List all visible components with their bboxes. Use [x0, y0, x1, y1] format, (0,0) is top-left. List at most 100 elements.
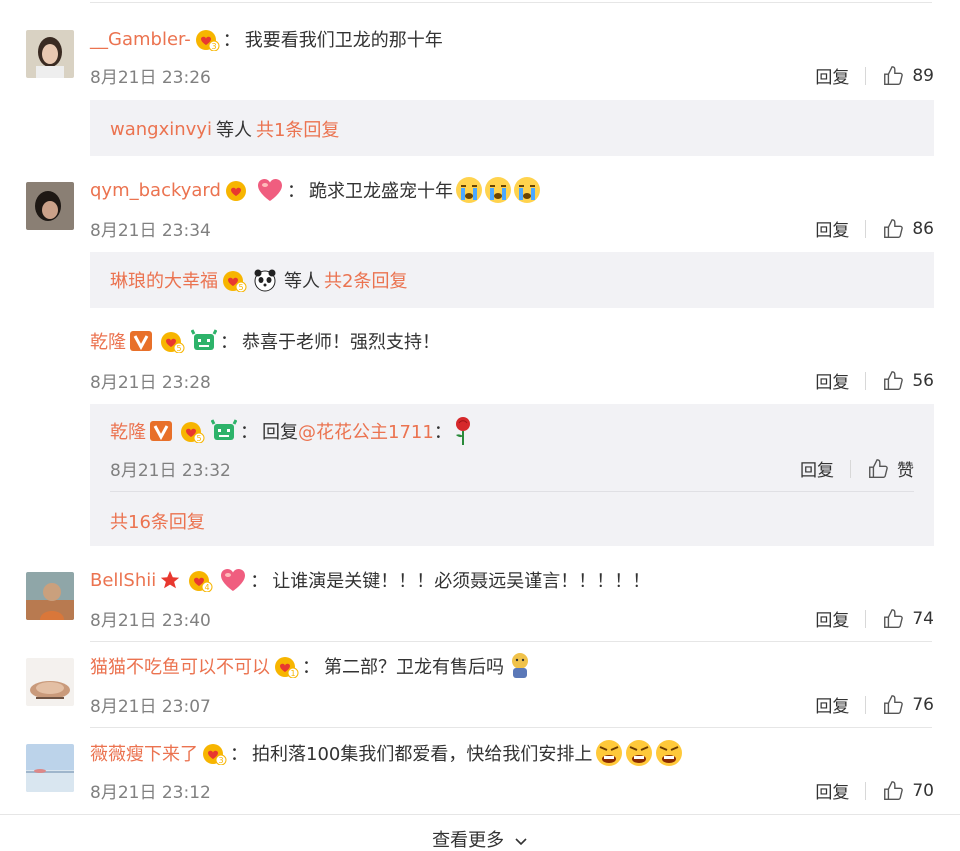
load-more-button[interactable]: 查看更多	[0, 826, 960, 851]
angry-face-icon	[594, 738, 684, 768]
colon: ：	[240, 422, 258, 443]
comment-line: 乾隆 5 ： 恭喜于老师！强烈支持！	[90, 328, 440, 354]
timestamp: 8月21日 23:40	[90, 611, 211, 631]
comment-actions: 回复 89	[815, 63, 934, 89]
sub-reply-total-link[interactable]: 共2条回复	[324, 267, 407, 293]
divider	[865, 219, 867, 238]
timestamp: 8月21日 23:28	[90, 373, 211, 393]
like-thumb-icon[interactable]	[882, 370, 904, 392]
reply-total-row: 共16条回复	[110, 508, 205, 534]
comment-text: 我要看我们卫龙的那十年	[244, 30, 443, 51]
colon: ：	[433, 422, 452, 443]
like-count: 56	[912, 370, 934, 391]
sub-replies-box[interactable]: 琳琅的大幸福 5 等人 共2条回复	[90, 252, 934, 308]
sub-reply-etc: 等人	[284, 271, 320, 292]
comment-text: 拍利落100集我们都爱看，快给我们安排上	[252, 744, 593, 765]
divider	[110, 491, 914, 492]
reply-button[interactable]: 回复	[815, 606, 849, 631]
comment-line: BellShii 4 ： 让谁演是关键！！！必须聂远吴谨言！！！！！	[90, 567, 650, 593]
reply-timestamp: 8月21日 23:32	[110, 461, 231, 481]
chevron-down-icon	[514, 831, 528, 851]
load-more-label: 查看更多	[432, 830, 505, 851]
crying-face-icon	[455, 176, 541, 204]
sub-reply-total-link[interactable]: 共1条回复	[256, 116, 339, 142]
reply-username-link[interactable]: 乾隆	[110, 418, 146, 444]
username-link[interactable]: BellShii	[90, 570, 156, 591]
comment-line: __Gambler- 3 ： 我要看我们卫龙的那十年	[90, 26, 443, 52]
top-divider	[90, 2, 932, 3]
rose-icon	[452, 416, 474, 446]
sub-reply-user[interactable]: 琳琅的大幸福	[110, 267, 218, 293]
colon: ：	[302, 657, 320, 678]
avatar[interactable]	[26, 30, 74, 78]
comment-text: 跪求卫龙盛宠十年	[308, 181, 453, 202]
reply-line: 乾隆 5 ： 回复 @花花公主1711 ：	[110, 416, 474, 446]
like-thumb-icon[interactable]	[882, 65, 904, 87]
reply-button[interactable]: 回复	[800, 456, 834, 481]
like-thumb-icon[interactable]	[882, 218, 904, 240]
svg-text:4: 4	[205, 583, 210, 592]
mention-link[interactable]: @花花公主1711	[298, 418, 434, 444]
username-link[interactable]: 猫猫不吃鱼可以不可以	[90, 653, 270, 679]
colon: ：	[220, 332, 238, 353]
reply-button[interactable]: 回复	[815, 778, 849, 803]
verified-v-icon	[149, 420, 173, 442]
sub-reply-total-link[interactable]: 共16条回复	[110, 508, 205, 534]
like-count: 86	[912, 218, 934, 239]
like-count: 70	[912, 780, 934, 801]
reply-actions: 回复 赞	[800, 456, 914, 481]
comment-text: 恭喜于老师！强烈支持！	[242, 332, 440, 353]
comment-actions: 回复 86	[815, 216, 934, 242]
svg-text:3: 3	[211, 42, 216, 51]
green-monster-icon	[211, 419, 237, 443]
comment-line: 薇薇瘦下来了 3 ： 拍利落100集我们都爱看，快给我们安排上	[90, 738, 684, 768]
username-link[interactable]: 乾隆	[90, 328, 126, 354]
vip-crown-icon: 1	[273, 654, 299, 678]
avatar[interactable]	[26, 658, 74, 706]
svg-text:5: 5	[176, 344, 181, 353]
vip-crown-icon: 5	[221, 268, 247, 292]
comment-line: 猫猫不吃鱼可以不可以 1 ： 第二部？卫龙有售后吗	[90, 652, 532, 680]
like-thumb-icon[interactable]	[882, 608, 904, 630]
doge-face-icon	[508, 652, 532, 680]
reply-button[interactable]: 回复	[815, 216, 849, 241]
svg-text:5: 5	[196, 434, 201, 443]
username-link[interactable]: __Gambler-	[90, 29, 191, 50]
vip-crown-icon: 5	[179, 419, 205, 443]
comment-text: 第二部？卫龙有售后吗	[324, 657, 504, 678]
divider	[865, 371, 867, 390]
vip-crown-icon: 5	[159, 329, 185, 353]
colon: ：	[222, 30, 241, 51]
heart-icon	[256, 177, 284, 203]
reply-button[interactable]: 回复	[815, 63, 849, 88]
colon: ：	[230, 744, 248, 765]
like-count: 89	[912, 65, 934, 86]
reply-button[interactable]: 回复	[815, 368, 849, 393]
reply-prefix: 回复	[262, 422, 298, 443]
vip-crown-icon: 4	[187, 568, 213, 592]
divider	[90, 727, 932, 728]
colon: ：	[250, 571, 269, 592]
sub-replies-box[interactable]: wangxinvyi 等人 共1条回复	[90, 100, 934, 156]
divider	[865, 695, 867, 714]
vip-crown-icon: 3	[201, 741, 227, 765]
username-link[interactable]: qym_backyard	[90, 180, 221, 201]
sub-reply-user[interactable]: wangxinvyi	[110, 119, 212, 140]
avatar[interactable]	[26, 182, 74, 230]
vip-crown-icon	[224, 178, 250, 202]
like-count: 74	[912, 608, 934, 629]
vip-crown-icon: 3	[194, 27, 220, 51]
avatar[interactable]	[26, 572, 74, 620]
divider	[0, 814, 960, 815]
reply-button[interactable]: 回复	[815, 692, 849, 717]
like-thumb-icon[interactable]	[882, 780, 904, 802]
like-thumb-icon[interactable]	[867, 458, 889, 480]
red-star-icon	[159, 569, 181, 591]
comment-actions: 回复 74	[815, 606, 934, 632]
divider	[865, 66, 867, 85]
heart-icon	[219, 567, 247, 593]
avatar[interactable]	[26, 744, 74, 792]
like-thumb-icon[interactable]	[882, 694, 904, 716]
username-link[interactable]: 薇薇瘦下来了	[90, 740, 198, 766]
divider	[850, 459, 851, 478]
